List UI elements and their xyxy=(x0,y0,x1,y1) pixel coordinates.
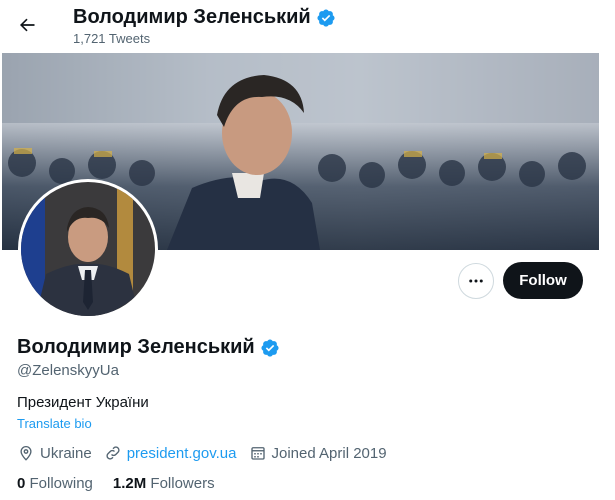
followers-count: 1.2M xyxy=(112,475,147,492)
verified-badge-icon xyxy=(317,8,335,27)
avatar[interactable] xyxy=(18,179,158,319)
joined-item: Joined April 2019 xyxy=(249,444,387,462)
back-button[interactable] xyxy=(12,10,42,40)
avatar-image xyxy=(21,182,155,316)
translate-bio-link[interactable]: Translate bio xyxy=(17,416,92,431)
followers-stat[interactable]: 1.2M Followers xyxy=(113,475,215,492)
profile-name: Володимир Зеленський xyxy=(17,336,280,359)
following-stat[interactable]: 0 Following xyxy=(17,475,93,492)
website-link[interactable]: president.gov.ua xyxy=(127,445,237,462)
joined-text: Joined April 2019 xyxy=(271,444,387,462)
following-label: Following xyxy=(29,475,93,492)
profile-bio: Президент України xyxy=(17,394,149,411)
header-name: Володимир Зеленський xyxy=(73,6,311,28)
verified-badge-icon xyxy=(261,338,279,357)
header-title: Володимир Зеленський xyxy=(73,6,336,29)
more-dots-icon xyxy=(469,279,483,283)
profile-header: Володимир Зеленський 1,721 Tweets xyxy=(0,0,615,52)
website-item: president.gov.ua xyxy=(104,444,237,462)
follow-stats: 0 Following 1.2M Followers xyxy=(17,475,235,492)
profile-handle: @ZelenskyyUa xyxy=(17,362,119,379)
location-item: Ukraine xyxy=(17,444,92,462)
calendar-icon xyxy=(250,447,265,460)
profile-meta: Ukraine president.gov.ua Joined April 20… xyxy=(17,444,399,462)
location-pin-icon xyxy=(20,446,32,461)
link-icon xyxy=(106,446,120,460)
tweet-count: 1,721 Tweets xyxy=(73,31,151,46)
display-name: Володимир Зеленський xyxy=(17,336,255,358)
location-text: Ukraine xyxy=(40,444,92,462)
followers-label: Followers xyxy=(150,475,215,492)
following-count: 0 xyxy=(17,475,26,492)
more-options-button[interactable] xyxy=(458,263,494,299)
arrow-left-icon xyxy=(20,18,35,32)
follow-button[interactable]: Follow xyxy=(503,262,583,299)
